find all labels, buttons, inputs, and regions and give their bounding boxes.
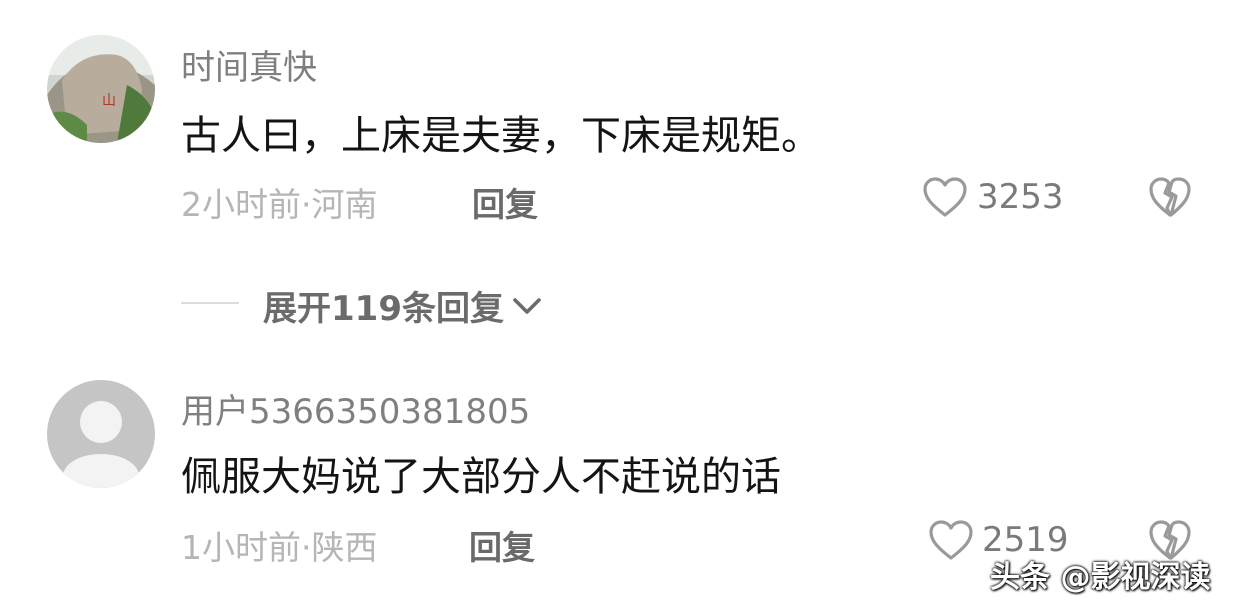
chevron-down-icon	[510, 293, 544, 319]
heart-icon	[929, 520, 973, 560]
default-user-icon	[47, 380, 155, 488]
reply-button[interactable]: 回复	[472, 178, 538, 226]
comment-time-location: 1小时前·陕西	[181, 528, 378, 567]
replies-divider	[181, 302, 239, 304]
comment-time-location: 2小时前·河南	[181, 185, 378, 224]
heart-icon	[923, 177, 967, 217]
expand-replies-label: 展开119条回复	[263, 289, 504, 329]
avatar-default[interactable]	[47, 380, 155, 488]
comment-username[interactable]: 用户5366350381805	[181, 384, 530, 433]
broken-heart-icon	[1149, 177, 1191, 217]
watermark: 头条 @影视深读	[990, 560, 1211, 595]
comment-username[interactable]: 时间真快	[181, 40, 317, 89]
like-count: 3253	[977, 177, 1064, 217]
like-button[interactable]	[928, 519, 974, 561]
dislike-button[interactable]	[1148, 176, 1192, 218]
like-button[interactable]	[922, 176, 968, 218]
avatar-rock-photo[interactable]: 山	[47, 35, 155, 143]
expand-replies-button[interactable]: 展开119条回复	[263, 281, 544, 330]
comment-text: 佩服大妈说了大部分人不赶说的话	[181, 454, 781, 500]
comment-text: 古人曰，上床是夫妻，下床是规矩。	[181, 113, 821, 159]
svg-text:山: 山	[102, 93, 116, 109]
reply-button[interactable]: 回复	[469, 521, 535, 569]
rock-landscape-icon: 山	[47, 35, 155, 143]
